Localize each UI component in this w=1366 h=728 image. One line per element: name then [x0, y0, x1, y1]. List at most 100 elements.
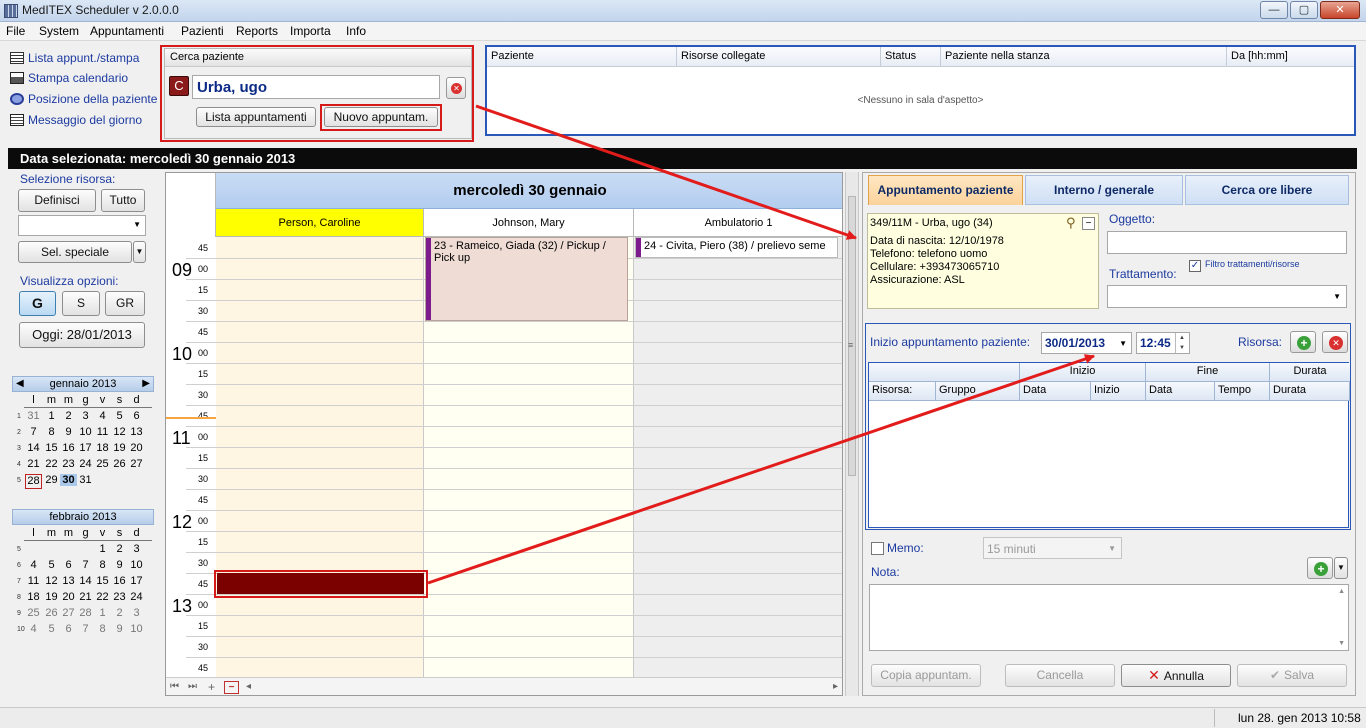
- view-settimana-button[interactable]: S: [62, 291, 100, 316]
- memo-interval-select[interactable]: 15 minuti ▼: [983, 537, 1122, 559]
- filtro-checkbox[interactable]: ✓: [1189, 260, 1201, 272]
- col-status[interactable]: Status: [881, 47, 941, 67]
- calendar-day[interactable]: 7: [25, 426, 42, 438]
- calendar-day[interactable]: 17: [128, 575, 145, 587]
- calendar-day[interactable]: 1: [94, 607, 111, 619]
- copia-appuntamento-button[interactable]: Copia appuntam.: [871, 664, 981, 687]
- table-group-blank[interactable]: [869, 363, 1020, 382]
- calendar-day[interactable]: 31: [25, 410, 42, 422]
- resource-header-caroline[interactable]: Person, Caroline: [216, 209, 424, 237]
- quick-action-messaggio[interactable]: Messaggio del giorno: [10, 113, 142, 131]
- prev-month-icon[interactable]: ◀: [16, 377, 24, 391]
- calendar-day[interactable]: 8: [94, 623, 111, 635]
- table-col-3[interactable]: Inizio: [1091, 382, 1146, 401]
- definisci-button[interactable]: Definisci: [18, 189, 96, 212]
- scroll-up-icon[interactable]: ▲: [1338, 588, 1345, 595]
- quick-action-stampa[interactable]: Stampa calendario: [10, 71, 128, 89]
- calendar-day[interactable]: 3: [77, 410, 94, 422]
- calendar-day[interactable]: 24: [77, 458, 94, 470]
- col-paziente[interactable]: Paziente: [487, 47, 677, 67]
- calendar-day[interactable]: 20: [60, 591, 77, 603]
- calendar-day[interactable]: 16: [60, 442, 77, 454]
- calendar-day[interactable]: 16: [111, 575, 128, 587]
- column-ambulatorio[interactable]: [634, 237, 842, 677]
- calendar-day[interactable]: 25: [25, 607, 42, 619]
- calendar-day[interactable]: 3: [128, 607, 145, 619]
- col-risorse[interactable]: Risorse collegate: [677, 47, 881, 67]
- calendar-day[interactable]: 10: [77, 426, 94, 438]
- menu-reports[interactable]: Reports: [236, 24, 278, 38]
- tab-cerca-ore-libere[interactable]: Cerca ore libere: [1185, 175, 1349, 205]
- calendar-day[interactable]: 15: [94, 575, 111, 587]
- inizio-date-picker[interactable]: 30/01/2013 ▼: [1041, 332, 1132, 354]
- add-record-icon[interactable]: +: [208, 680, 215, 694]
- calendar-day[interactable]: 20: [128, 442, 145, 454]
- calendar-day[interactable]: 11: [25, 575, 42, 587]
- annulla-button[interactable]: ✕ Annulla: [1121, 664, 1231, 687]
- calendar-day[interactable]: 5: [43, 623, 60, 635]
- close-button[interactable]: ✕: [1320, 1, 1360, 19]
- table-col-5[interactable]: Tempo: [1215, 382, 1270, 401]
- view-giorno-button[interactable]: G: [19, 291, 56, 316]
- oggetto-input[interactable]: [1107, 231, 1347, 254]
- panel-splitter[interactable]: ≡: [845, 172, 859, 696]
- lista-appuntamenti-button[interactable]: Lista appuntamenti: [196, 107, 316, 127]
- patient-search-field[interactable]: Urba, ugo: [192, 75, 440, 99]
- calendar-day[interactable]: 21: [25, 458, 42, 470]
- clear-patient-button[interactable]: ✕: [446, 77, 466, 99]
- minimize-button[interactable]: —: [1260, 1, 1288, 19]
- calendar-day[interactable]: 28: [77, 607, 94, 619]
- nota-textarea[interactable]: ▲ ▼: [869, 584, 1349, 651]
- calendar-day[interactable]: 7: [77, 623, 94, 635]
- calendar-day[interactable]: 26: [43, 607, 60, 619]
- calendar-day[interactable]: 7: [77, 559, 94, 571]
- calendar-day[interactable]: 9: [111, 559, 128, 571]
- calendar-day[interactable]: 23: [60, 458, 77, 470]
- calendar-day[interactable]: 4: [25, 559, 42, 571]
- table-col-4[interactable]: Data: [1146, 382, 1215, 401]
- calendar-day[interactable]: 30: [60, 474, 77, 486]
- calendar-day[interactable]: 5: [43, 559, 60, 571]
- calendar-day[interactable]: 31: [77, 474, 94, 486]
- calendar-day[interactable]: 13: [60, 575, 77, 587]
- calendar-day[interactable]: 12: [111, 426, 128, 438]
- salva-button[interactable]: ✔ Salva: [1237, 664, 1347, 687]
- calendar-day[interactable]: 1: [43, 410, 60, 422]
- inizio-time-field[interactable]: 12:45 ▲ ▼: [1136, 332, 1190, 354]
- appointment-civita[interactable]: 24 - Civita, Piero (38) / prelievo seme: [635, 237, 838, 258]
- resource-header-johnson[interactable]: Johnson, Mary: [424, 209, 634, 237]
- calendar-day[interactable]: 24: [128, 591, 145, 603]
- calendar-day[interactable]: 15: [43, 442, 60, 454]
- resource-table[interactable]: Inizio Fine Durata Risorsa: Gruppo Data Inizio…: [868, 362, 1350, 528]
- scroll-right-icon[interactable]: ▸: [833, 681, 838, 692]
- calendar-day[interactable]: 17: [77, 442, 94, 454]
- scroll-left-icon[interactable]: ◂: [246, 681, 251, 692]
- table-col-0[interactable]: Risorsa:: [869, 382, 936, 401]
- calendar-day[interactable]: 1: [94, 543, 111, 555]
- table-col-1[interactable]: Gruppo: [936, 382, 1020, 401]
- table-group-fine[interactable]: Fine: [1146, 363, 1270, 382]
- oggi-button[interactable]: Oggi: 28/01/2013: [19, 322, 145, 348]
- menu-pazienti[interactable]: Pazienti: [181, 24, 224, 38]
- tab-interno-generale[interactable]: Interno / generale: [1025, 175, 1183, 205]
- calendar-day[interactable]: 10: [128, 559, 145, 571]
- menu-info[interactable]: Info: [346, 24, 366, 38]
- calendar-day[interactable]: 2: [111, 543, 128, 555]
- collapse-icon[interactable]: −: [1082, 217, 1095, 230]
- tutto-button[interactable]: Tutto: [101, 189, 145, 212]
- calendar-day[interactable]: 12: [43, 575, 60, 587]
- selected-slot[interactable]: [217, 573, 424, 594]
- calendar-day[interactable]: 21: [77, 591, 94, 603]
- remove-resource-button[interactable]: ✕: [1322, 331, 1348, 353]
- scroll-down-icon[interactable]: ▼: [1338, 640, 1345, 647]
- calendar-day[interactable]: 27: [128, 458, 145, 470]
- last-record-icon[interactable]: ⏭: [188, 681, 197, 692]
- sel-speciale-dropdown[interactable]: ▼: [133, 241, 146, 263]
- table-group-inizio[interactable]: Inizio: [1020, 363, 1146, 382]
- calendar-day[interactable]: 8: [94, 559, 111, 571]
- table-group-durata[interactable]: Durata: [1270, 363, 1350, 382]
- memo-checkbox[interactable]: [871, 542, 884, 555]
- patient-card-icon[interactable]: C: [169, 76, 189, 96]
- menu-importa[interactable]: Importa: [290, 24, 331, 38]
- calendar-day[interactable]: 22: [43, 458, 60, 470]
